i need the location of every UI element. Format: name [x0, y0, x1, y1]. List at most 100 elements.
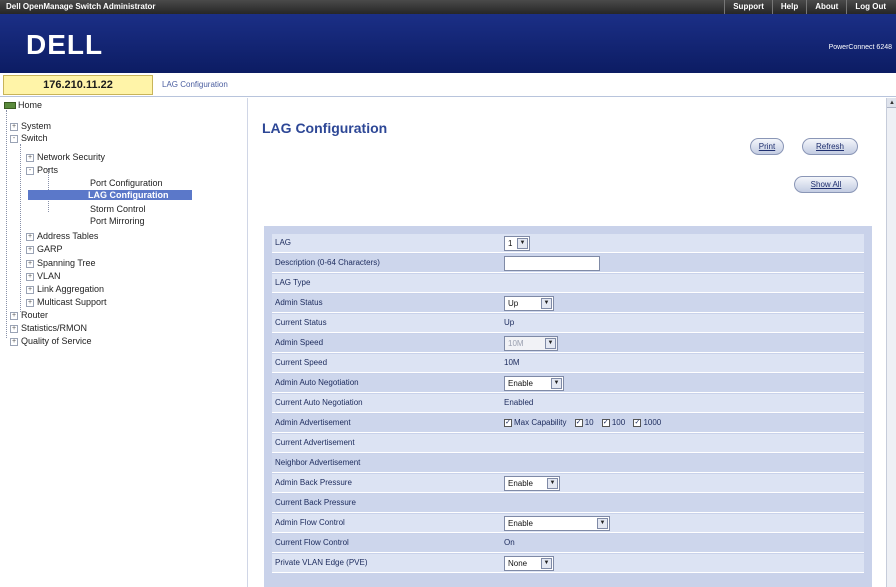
lag-select[interactable]: 1 ▼: [504, 236, 530, 251]
tree-item-switch[interactable]: - Switch: [10, 133, 48, 143]
print-button[interactable]: Print: [750, 138, 784, 155]
logout-link[interactable]: Log Out: [846, 0, 894, 14]
field-label: Private VLAN Edge (PVE): [275, 558, 368, 567]
about-link[interactable]: About: [806, 0, 846, 14]
row-description: Description (0-64 Characters): [272, 254, 864, 273]
admin-back-pressure-select[interactable]: Enable ▼: [504, 476, 560, 491]
tree-item-address-tables[interactable]: + Address Tables: [26, 231, 98, 241]
admin-status-select[interactable]: Up ▼: [504, 296, 554, 311]
home-icon: [4, 102, 16, 110]
tree-label: Link Aggregation: [37, 284, 105, 294]
field-label: Admin Speed: [275, 338, 324, 347]
field-label: Current Back Pressure: [275, 498, 356, 507]
max-capability-checkbox[interactable]: ✓: [504, 418, 512, 427]
field-label: Neighbor Advertisement: [275, 458, 361, 467]
select-value: Enable: [508, 379, 533, 388]
speed-10-option: ✓ 10: [574, 418, 594, 427]
expand-icon[interactable]: +: [10, 337, 18, 346]
row-current-back-pressure: Current Back Pressure: [272, 494, 864, 513]
speed-1000-checkbox[interactable]: ✓: [633, 418, 642, 427]
tree-item-vlan[interactable]: + VLAN: [26, 271, 61, 281]
tree-item-multicast-support[interactable]: + Multicast Support: [26, 297, 107, 307]
expand-icon[interactable]: +: [10, 122, 18, 131]
expand-icon[interactable]: +: [10, 311, 18, 320]
top-bar: Dell OpenManage Switch Administrator Sup…: [0, 0, 896, 14]
collapse-icon[interactable]: -: [26, 166, 34, 175]
tree-item-router[interactable]: + Router: [10, 310, 48, 320]
tree-item-ports[interactable]: - Ports: [26, 165, 58, 175]
tree-label: GARP: [37, 244, 63, 254]
admin-auto-negotiation-select[interactable]: Enable ▼: [504, 376, 564, 391]
row-neighbor-advertisement: Neighbor Advertisement: [272, 454, 864, 473]
row-lag-type: LAG Type: [272, 274, 864, 293]
lag-config-table: LAG 1 ▼ Description (0-64 Characters) LAG…: [264, 226, 872, 587]
device-ip: 176.210.11.22: [3, 75, 153, 95]
tree-item-system[interactable]: + System: [10, 121, 51, 131]
current-flow-control-value: On: [504, 538, 515, 547]
tree-item-port-mirroring[interactable]: Port Mirroring: [90, 216, 145, 226]
dropdown-arrow-icon: ▼: [541, 558, 552, 569]
tree-item-link-aggregation[interactable]: + Link Aggregation: [26, 284, 104, 294]
dropdown-arrow-icon: ▼: [517, 238, 528, 249]
field-label: Current Flow Control: [275, 538, 349, 547]
speed-100-checkbox[interactable]: ✓: [601, 418, 610, 427]
row-admin-speed: Admin Speed 10M ▼: [272, 334, 864, 353]
expand-icon[interactable]: +: [26, 285, 34, 294]
tree-label: Quality of Service: [21, 336, 92, 346]
tree-label: Ports: [37, 165, 59, 175]
tree-item-quality-of-service[interactable]: + Quality of Service: [10, 336, 92, 346]
field-label: Admin Status: [275, 298, 323, 307]
tree-item-garp[interactable]: + GARP: [26, 244, 63, 254]
collapse-icon[interactable]: -: [10, 134, 18, 143]
expand-icon[interactable]: +: [26, 232, 34, 241]
scroll-up-icon[interactable]: ▲: [887, 98, 896, 108]
expand-icon[interactable]: +: [26, 245, 34, 254]
show-all-button[interactable]: Show All: [794, 176, 858, 193]
expand-icon[interactable]: +: [26, 272, 34, 281]
tree-item-statistics-rmon[interactable]: + Statistics/RMON: [10, 323, 87, 333]
expand-icon[interactable]: +: [26, 298, 34, 307]
admin-flow-control-select[interactable]: Enable ▼: [504, 516, 610, 531]
expand-icon[interactable]: +: [26, 259, 34, 268]
field-label: Current Speed: [275, 358, 328, 367]
tree-label: Home: [18, 100, 43, 110]
dropdown-arrow-icon: ▼: [547, 478, 558, 489]
tree-item-home[interactable]: Home: [4, 100, 42, 110]
tree-item-port-configuration[interactable]: Port Configuration: [90, 178, 163, 188]
row-current-speed: Current Speed 10M: [272, 354, 864, 373]
refresh-button[interactable]: Refresh: [802, 138, 858, 155]
field-label: Description (0-64 Characters): [275, 258, 380, 267]
expand-icon[interactable]: +: [10, 324, 18, 333]
speed-10-checkbox[interactable]: ✓: [574, 418, 583, 427]
help-link[interactable]: Help: [771, 0, 806, 14]
field-label: Admin Flow Control: [275, 518, 345, 527]
admin-speed-select[interactable]: 10M ▼: [504, 336, 558, 351]
tree-connector: [20, 144, 21, 312]
expand-icon[interactable]: +: [26, 153, 34, 162]
row-admin-flow-control: Admin Flow Control Enable ▼: [272, 514, 864, 533]
field-label: Current Advertisement: [275, 438, 355, 447]
checkbox-label: 1000: [643, 418, 662, 427]
select-value: Enable: [508, 519, 533, 528]
tree-item-network-security[interactable]: + Network Security: [26, 152, 105, 162]
support-link[interactable]: Support: [724, 0, 772, 14]
dropdown-arrow-icon: ▼: [545, 338, 556, 349]
tree-item-lag-configuration[interactable]: LAG Configuration: [28, 190, 192, 200]
tree-label: LAG Configuration: [88, 190, 169, 200]
description-input[interactable]: [504, 256, 600, 271]
vertical-scrollbar[interactable]: ▲: [886, 98, 896, 587]
select-value: 1: [508, 239, 513, 248]
row-lag: LAG 1 ▼: [272, 234, 864, 253]
tree-label: VLAN: [37, 271, 61, 281]
tree-label: Switch: [21, 133, 48, 143]
row-current-advertisement: Current Advertisement: [272, 434, 864, 453]
tree-label: Statistics/RMON: [21, 323, 88, 333]
private-vlan-edge-select[interactable]: None ▼: [504, 556, 554, 571]
tree-item-spanning-tree[interactable]: + Spanning Tree: [26, 258, 96, 268]
page-title: LAG Configuration: [262, 120, 388, 136]
tree-item-storm-control[interactable]: Storm Control: [90, 204, 146, 214]
current-auto-negotiation-value: Enabled: [504, 398, 534, 407]
dropdown-arrow-icon: ▼: [597, 518, 608, 529]
tree-label: Storm Control: [90, 204, 146, 214]
header-banner: DELL PowerConnect 6248: [0, 14, 896, 73]
